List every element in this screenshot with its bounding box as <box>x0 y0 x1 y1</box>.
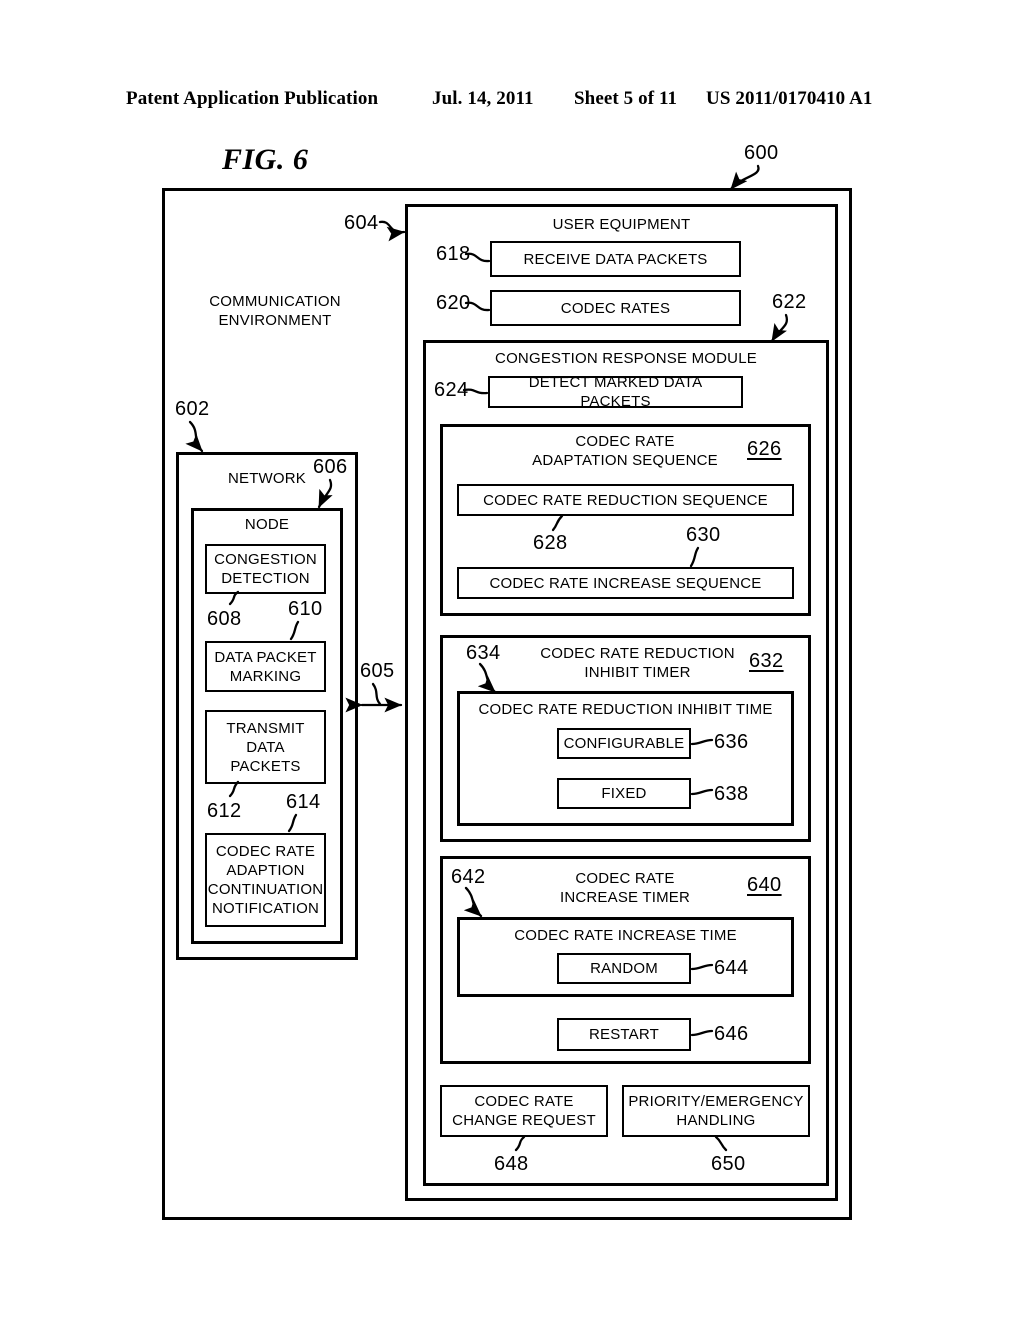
ref-610: 610 <box>288 598 323 620</box>
congestion-detection-box[interactable]: CONGESTION DETECTION <box>205 544 326 594</box>
ref-648: 648 <box>494 1153 529 1175</box>
random-box[interactable]: RANDOM <box>557 953 691 984</box>
ref-644: 644 <box>714 957 749 979</box>
codec-rates-box[interactable]: CODEC RATES <box>490 290 741 326</box>
ref-600: 600 <box>744 142 779 164</box>
codec-rate-reduction-inhibit-timer-title: CODEC RATE REDUCTION INHIBIT TIMER <box>540 645 735 681</box>
ref-612: 612 <box>207 800 242 822</box>
data-packet-marking-box[interactable]: DATA PACKET MARKING <box>205 641 326 692</box>
communication-environment-title: COMMUNICATION ENVIRONMENT <box>209 293 341 329</box>
ref-634: 634 <box>466 642 501 664</box>
ref-630: 630 <box>686 524 721 546</box>
ref-608: 608 <box>207 608 242 630</box>
fixed-box[interactable]: FIXED <box>557 778 691 809</box>
ref-636: 636 <box>714 731 749 753</box>
publication-label: Patent Application Publication <box>126 88 379 109</box>
patent-number: US 2011/0170410 A1 <box>706 88 873 109</box>
codec-rate-adaptation-sequence-title: CODEC RATE ADAPTATION SEQUENCE <box>532 433 718 469</box>
ref-605: 605 <box>360 660 395 682</box>
codec-rate-increase-sequence-box[interactable]: CODEC RATE INCREASE SEQUENCE <box>457 567 794 599</box>
codec-rate-adaption-continuation-notification-box[interactable]: CODEC RATE ADAPTION CONTINUATION NOTIFIC… <box>205 833 326 927</box>
publication-date: Jul. 14, 2011 <box>432 88 534 109</box>
ref-620: 620 <box>436 292 471 314</box>
congestion-response-module-title: CONGESTION RESPONSE MODULE <box>495 350 757 367</box>
leader-600 <box>729 164 760 191</box>
ref-618: 618 <box>436 243 471 265</box>
codec-rate-change-request-box[interactable]: CODEC RATE CHANGE REQUEST <box>440 1085 608 1137</box>
codec-rate-reduction-inhibit-time-title: CODEC RATE REDUCTION INHIBIT TIME <box>478 701 773 718</box>
restart-box[interactable]: RESTART <box>557 1018 691 1051</box>
codec-rate-increase-time-title: CODEC RATE INCREASE TIME <box>514 927 737 944</box>
node-title: NODE <box>244 516 290 533</box>
ref-614: 614 <box>286 791 321 813</box>
figure-label: FIG. 6 <box>222 143 309 176</box>
ref-622: 622 <box>772 291 807 313</box>
sheet-number: Sheet 5 of 11 <box>574 88 678 109</box>
codec-rate-reduction-sequence-box[interactable]: CODEC RATE REDUCTION SEQUENCE <box>457 484 794 516</box>
ref-638: 638 <box>714 783 749 805</box>
ref-650: 650 <box>711 1153 746 1175</box>
codec-rate-increase-timer-title: CODEC RATE INCREASE TIMER <box>559 870 691 906</box>
ref-640: 640 <box>747 874 782 896</box>
priority-emergency-handling-box[interactable]: PRIORITY/EMERGENCY HANDLING <box>622 1085 810 1137</box>
ref-642: 642 <box>451 866 486 888</box>
patent-header: Patent Application Publication Jul. 14, … <box>0 88 1024 112</box>
ref-604: 604 <box>344 212 379 234</box>
ref-632: 632 <box>749 650 784 672</box>
ref-626: 626 <box>747 438 782 460</box>
detect-marked-data-packets-box[interactable]: DETECT MARKED DATA PACKETS <box>488 374 743 410</box>
transmit-data-packets-box[interactable]: TRANSMIT DATA PACKETS <box>205 710 326 784</box>
configurable-box[interactable]: CONFIGURABLE <box>557 728 691 759</box>
ref-624: 624 <box>434 379 469 401</box>
ref-606: 606 <box>313 456 348 478</box>
receive-data-packets-box[interactable]: RECEIVE DATA PACKETS <box>490 241 741 277</box>
user-equipment-title: USER EQUIPMENT <box>552 216 691 233</box>
ref-602: 602 <box>175 398 210 420</box>
ref-628: 628 <box>533 532 568 554</box>
ref-646: 646 <box>714 1023 749 1045</box>
